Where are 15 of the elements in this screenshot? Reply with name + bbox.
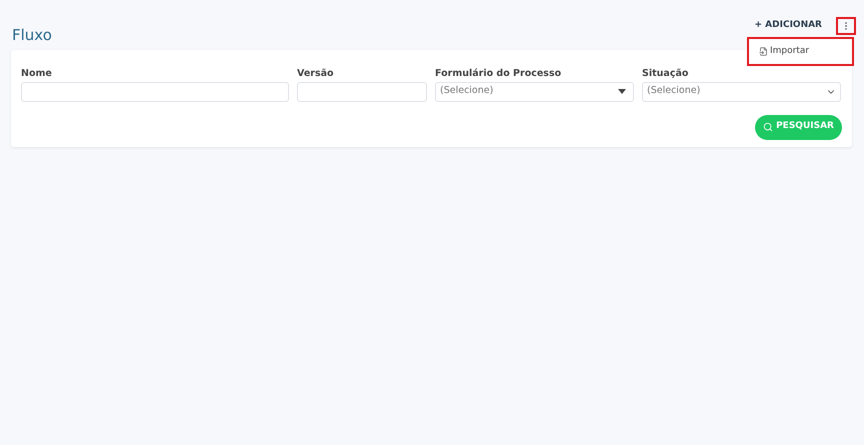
add-button[interactable]: + ADICIONAR [754,19,822,33]
input-field[interactable] [21,82,289,102]
input-field[interactable] [297,82,427,102]
field-label: Situação [642,68,690,80]
field-label: Formulário do Processo [435,68,562,80]
page-title: Fluxo [12,25,52,46]
select-field[interactable]: (Selecione) [435,82,634,102]
field-label: Nome [21,68,53,80]
select-field[interactable]: (Selecione) [642,82,841,102]
field-label: Versão [297,68,335,80]
more-button[interactable] [836,17,856,35]
caret-icon [618,89,626,94]
menu-item[interactable]: Importar [759,44,842,58]
search-icon [763,122,774,132]
file-import-icon [759,47,768,56]
